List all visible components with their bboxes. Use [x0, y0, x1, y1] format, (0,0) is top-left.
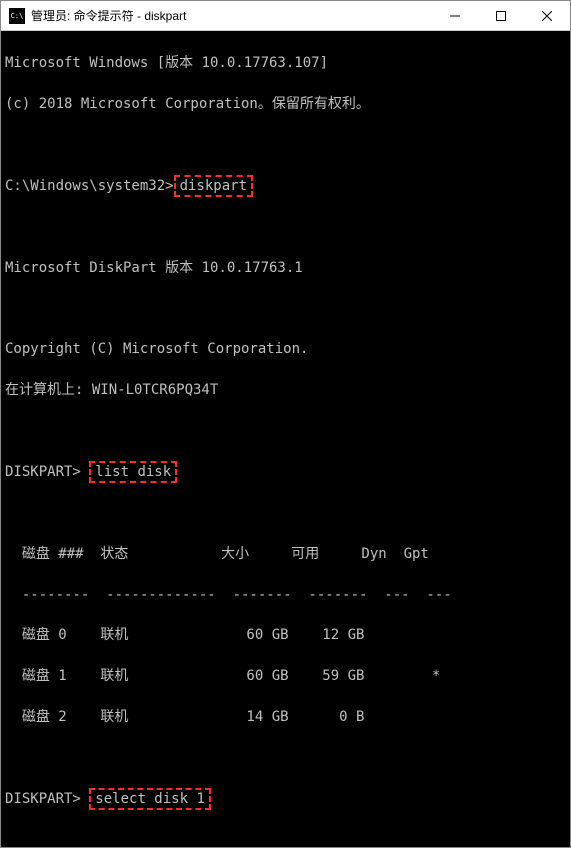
- cmd-diskpart: diskpart: [174, 175, 253, 197]
- diskpart-computer: 在计算机上: WIN-L0TCR6PQ34T: [5, 380, 566, 400]
- cmd-icon: [9, 8, 25, 24]
- disk-table-row: 磁盘 0 联机 60 GB 12 GB: [5, 625, 566, 645]
- disk-table-header: 磁盘 ### 状态 大小 可用 Dyn Gpt: [5, 544, 566, 564]
- minimize-button[interactable]: [432, 1, 478, 30]
- diskpart-version: Microsoft DiskPart 版本 10.0.17763.1: [5, 258, 566, 278]
- window-controls: [432, 1, 570, 30]
- cmd-select-disk: select disk 1: [89, 788, 211, 810]
- cmd-list-disk: list disk: [89, 461, 177, 483]
- close-button[interactable]: [524, 1, 570, 30]
- prompt-diskpart: DISKPART>: [5, 464, 81, 480]
- disk-table-row: 磁盘 1 联机 60 GB 59 GB *: [5, 666, 566, 686]
- disk-table-row: 磁盘 2 联机 14 GB 0 B: [5, 707, 566, 727]
- titlebar[interactable]: 管理员: 命令提示符 - diskpart: [1, 1, 570, 31]
- terminal-output[interactable]: Microsoft Windows [版本 10.0.17763.107] (c…: [1, 31, 570, 847]
- maximize-button[interactable]: [478, 1, 524, 30]
- prompt-path: C:\Windows\system32>: [5, 178, 174, 194]
- command-prompt-window: 管理员: 命令提示符 - diskpart Microsoft Windows …: [0, 0, 571, 848]
- prompt-diskpart: DISKPART>: [5, 791, 81, 807]
- copyright-line: (c) 2018 Microsoft Corporation。保留所有权利。: [5, 94, 566, 114]
- disk-table-sep: -------- ------------- ------- ------- -…: [5, 585, 566, 605]
- diskpart-copyright: Copyright (C) Microsoft Corporation.: [5, 339, 566, 359]
- window-title: 管理员: 命令提示符 - diskpart: [31, 7, 432, 24]
- version-line: Microsoft Windows [版本 10.0.17763.107]: [5, 53, 566, 73]
